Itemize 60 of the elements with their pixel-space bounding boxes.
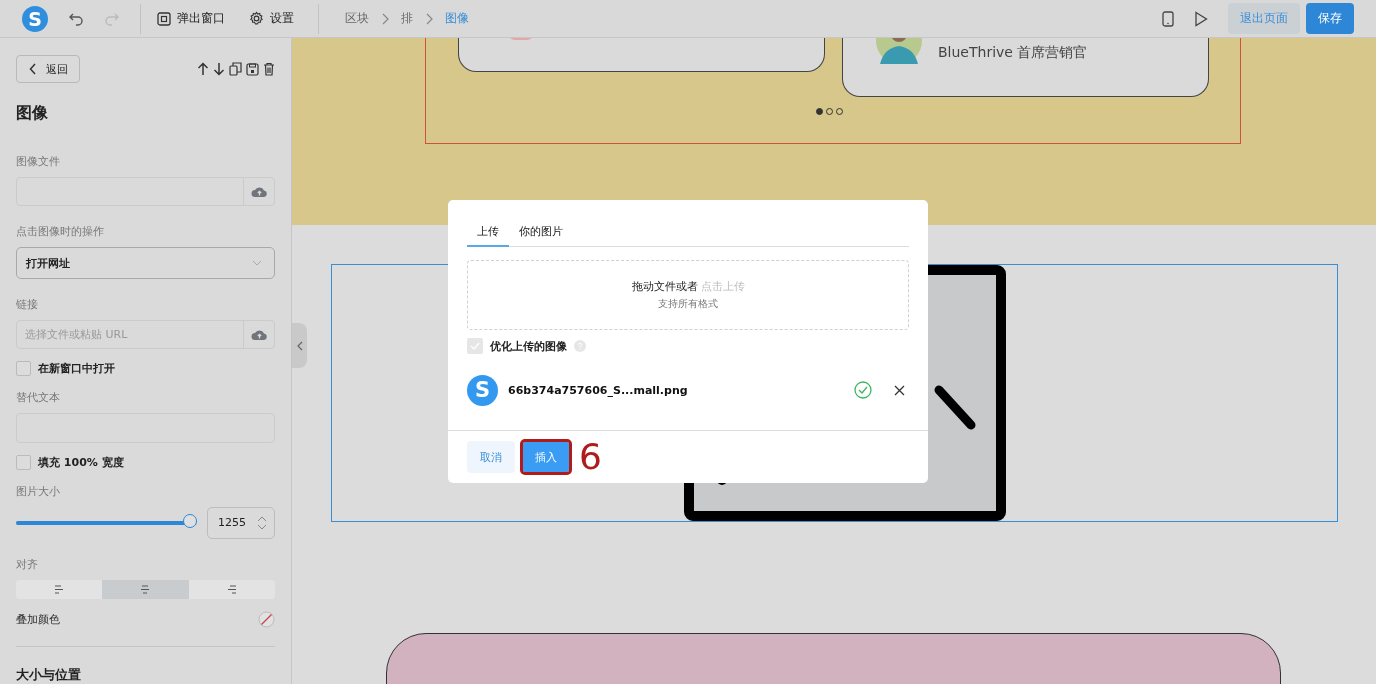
play-icon[interactable] (1194, 10, 1208, 27)
breadcrumb-item[interactable]: 排 (401, 11, 413, 26)
section-title: 大小与位置 (16, 667, 82, 684)
field-label: 图片大小 (16, 483, 61, 499)
breadcrumb-item[interactable]: 区块 (345, 11, 369, 26)
checkbox[interactable] (16, 454, 31, 470)
stepper-arrows-icon[interactable] (257, 514, 267, 531)
chevron-right-icon (425, 12, 433, 25)
carousel-dot[interactable] (816, 108, 823, 115)
cloud-upload-icon[interactable] (250, 328, 268, 341)
cloud-upload-icon[interactable] (250, 185, 268, 198)
field-label: 点击图像时的操作 (16, 224, 105, 240)
popup-window-icon (157, 11, 171, 26)
save-icon[interactable] (246, 62, 259, 76)
mobile-icon[interactable] (1162, 10, 1174, 27)
checkbox-label: 优化上传的图像 (490, 338, 567, 354)
copy-icon[interactable] (229, 62, 242, 76)
panel-title: 图像 (16, 103, 49, 124)
field-label: 链接 (16, 296, 39, 312)
collapse-handle[interactable] (292, 323, 307, 368)
chevron-right-icon (381, 12, 389, 25)
settings-icon (249, 11, 264, 26)
align-left-icon (54, 585, 65, 594)
align-right-icon (226, 585, 237, 594)
success-check-icon (854, 381, 872, 399)
arrow-down-icon[interactable] (213, 62, 225, 76)
image-file-field[interactable] (16, 177, 275, 207)
checkbox-label: 填充 100% 宽度 (38, 454, 124, 470)
logo: S (22, 5, 48, 32)
field-label: 替代文本 (16, 390, 61, 406)
file-logo: S (467, 374, 498, 406)
trash-icon[interactable] (263, 62, 275, 76)
arrow-up-icon[interactable] (197, 62, 209, 76)
dialog-tab[interactable]: 你的图片 (509, 219, 573, 247)
chevron-down-icon (252, 260, 262, 267)
popup-button[interactable]: 弹出窗口 (157, 11, 225, 26)
testimonial-author: BlueThrive 首席营销官 (938, 44, 1088, 62)
dropzone[interactable]: 拖动文件或者 点击上传 支持所有格式 (467, 260, 909, 330)
dropzone-text: 拖动文件或者 (631, 279, 698, 294)
dropzone-hint: 支持所有格式 (658, 297, 718, 311)
file-name: 66b374a757606_S...mall.png (508, 383, 688, 397)
checkbox-label: 在新窗口中打开 (38, 361, 115, 377)
chevron-left-icon (28, 63, 37, 75)
field-label: 图像文件 (16, 154, 61, 169)
field-label: 叠加颜色 (16, 612, 60, 628)
back-button[interactable]: 返回 (16, 55, 80, 83)
field-label: 对齐 (16, 556, 39, 572)
no-color-swatch-icon[interactable] (258, 611, 275, 629)
click-action-select[interactable]: 打开网址 (16, 247, 275, 279)
settings-button[interactable]: 设置 (249, 11, 294, 26)
size-input[interactable]: 1255 (207, 506, 275, 539)
checkbox[interactable] (16, 361, 31, 377)
dialog-tab[interactable]: 上传 (467, 219, 509, 247)
close-icon[interactable] (894, 384, 905, 396)
save-button[interactable]: 保存 (1306, 3, 1354, 34)
align-center-icon (140, 585, 151, 594)
check-icon (470, 342, 480, 350)
link-field[interactable]: 选择文件或粘贴 URL (16, 319, 275, 350)
slider-thumb[interactable] (182, 513, 197, 528)
step-number: 6 (579, 439, 602, 475)
